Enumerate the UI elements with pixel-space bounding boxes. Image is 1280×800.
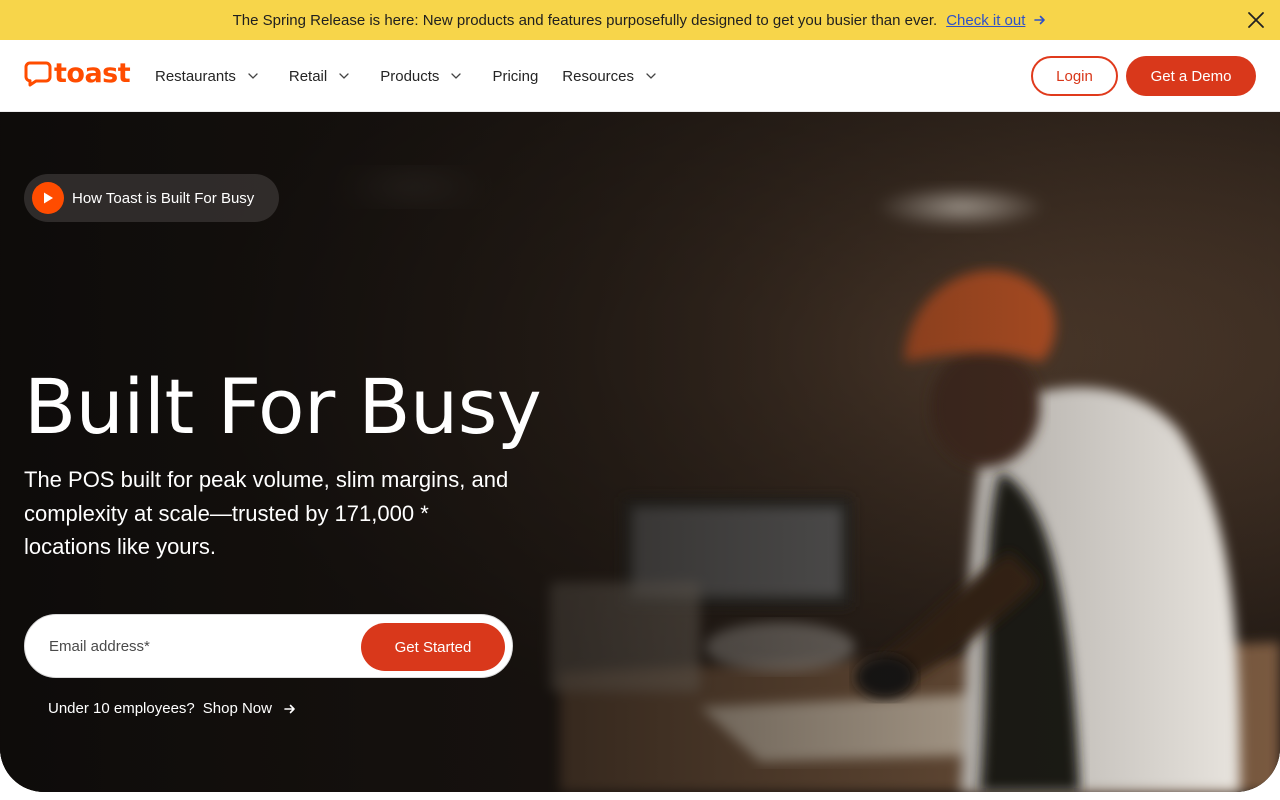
hero-headline: Built For Busy [24,362,542,451]
watch-video-button[interactable]: How Toast is Built For Busy [24,174,279,222]
close-icon[interactable] [1246,10,1266,30]
arrow-right-icon [284,704,295,713]
toast-logo[interactable]: toast [24,58,131,89]
get-started-button[interactable]: Get Started [361,623,505,671]
chevron-down-icon [646,73,656,79]
get-a-demo-button[interactable]: Get a Demo [1126,56,1256,96]
video-label: How Toast is Built For Busy [72,189,255,207]
shop-now-label: Shop Now [202,700,272,717]
nav-item-pricing[interactable]: Pricing [492,68,538,85]
nav-item-label: Products [380,67,440,85]
email-input[interactable] [49,629,349,663]
login-button[interactable]: Login [1031,56,1118,96]
nav-item-products[interactable]: Products [380,68,462,85]
arrow-right-icon[interactable] [1033,13,1047,27]
nav-item-resources[interactable]: Resources [562,68,657,85]
hero-subheadline: The POS built for peak volume, slim marg… [24,467,509,559]
nav-item-label: Restaurants [155,67,236,85]
banner-check-it-out-link[interactable]: Check it out [946,12,1025,29]
main-navigation: toast Restaurants Retail Products Pricin… [0,40,1280,112]
nav-menu: Restaurants Retail Products Pricing Reso… [155,40,687,112]
nav-item-label: Pricing [492,67,539,85]
announcement-banner: The Spring Release is here: New products… [0,0,1280,40]
nav-item-restaurants[interactable]: Restaurants [155,68,259,85]
logo-wordmark: toast [54,58,131,89]
chevron-down-icon [339,73,349,79]
banner-message: The Spring Release is here: New products… [232,11,938,29]
shop-question: Under 10 employees? [48,700,195,717]
email-signup-form: Get Started [24,614,513,678]
nav-item-label: Resources [562,67,634,85]
chevron-down-icon [451,73,462,79]
hero-section: How Toast is Built For Busy Built For Bu… [0,112,1280,792]
shop-now-link[interactable]: Shop Now [203,700,297,717]
nav-item-label: Retail [288,67,328,85]
small-business-cta: Under 10 employees? Shop Now [48,700,297,717]
toast-logo-icon [24,61,52,87]
chevron-down-icon [248,73,258,79]
nav-item-retail[interactable]: Retail [289,68,350,85]
play-icon [32,182,64,214]
